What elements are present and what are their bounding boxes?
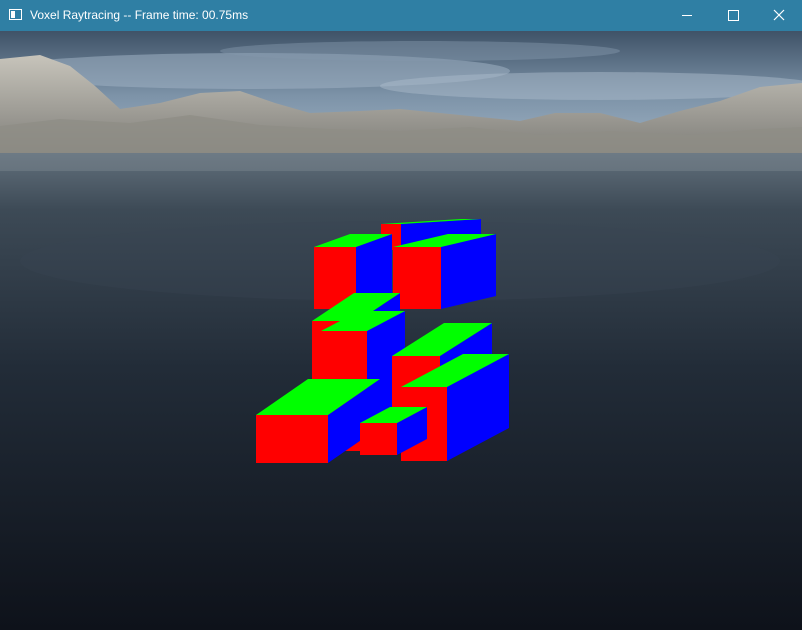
voxel-front-face — [393, 247, 441, 309]
rendered-scene — [0, 31, 802, 630]
voxel-front-face — [256, 415, 328, 463]
close-button[interactable] — [756, 0, 802, 31]
minimize-button[interactable] — [664, 0, 710, 31]
maximize-button[interactable] — [710, 0, 756, 31]
render-viewport[interactable] — [0, 31, 802, 630]
window-title: Voxel Raytracing -- Frame time: 00.75ms — [30, 8, 249, 22]
voxel-side-face — [441, 234, 496, 309]
title-bar[interactable]: Voxel Raytracing -- Frame time: 00.75ms — [0, 0, 802, 31]
voxel-front-face — [360, 423, 397, 455]
app-window-icon — [9, 9, 22, 20]
minimize-icon — [682, 15, 692, 16]
maximize-icon — [728, 10, 739, 21]
close-icon — [773, 9, 785, 21]
app-window: Voxel Raytracing -- Frame time: 00.75ms — [0, 0, 802, 630]
